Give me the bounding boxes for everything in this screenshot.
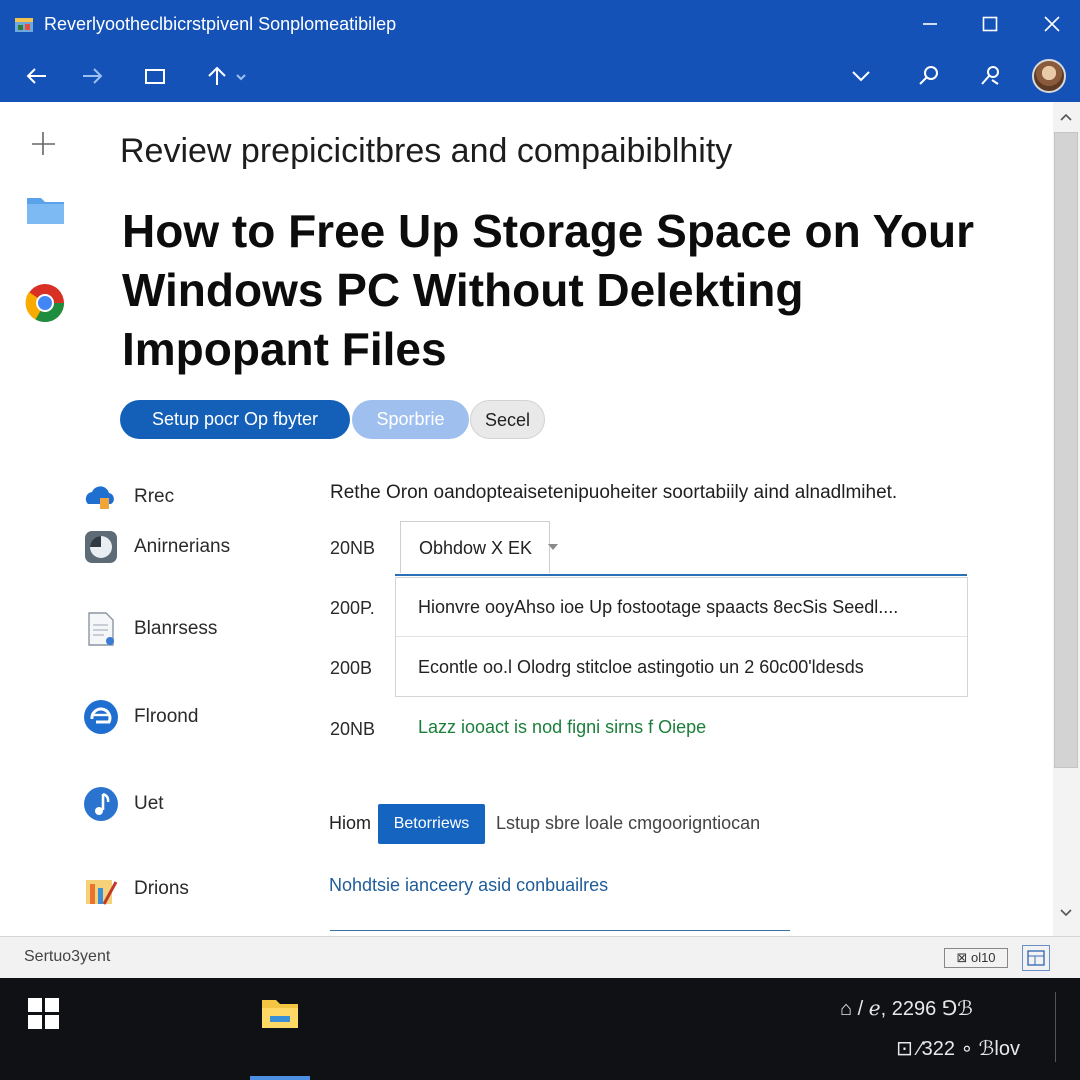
title-bar: Reverlyootheclbicrstpivenl Sonplomeatibi…: [0, 0, 1080, 50]
scroll-thumb[interactable]: [1054, 132, 1078, 768]
page-title: How to Free Up Storage Space on Your Win…: [122, 205, 974, 375]
nav-item-label: Uet: [134, 793, 164, 814]
avatar[interactable]: [1032, 59, 1066, 93]
add-button[interactable]: [22, 122, 68, 168]
setup-text: Lstup sbre loale cmgoorigntiocan: [496, 813, 761, 833]
account-button[interactable]: [974, 60, 1008, 92]
dropdown-option[interactable]: Econtle oo.l Olodrg stitcloe astingotio …: [396, 638, 967, 697]
forward-button[interactable]: [75, 60, 109, 92]
chevron-down-icon: [852, 71, 870, 82]
tray-status[interactable]: ⌂ / ℯ, 2296 ⅁ℬ: [840, 996, 973, 1021]
windows-start-icon: [28, 998, 59, 1029]
blue-link[interactable]: Nohdtsie ianceery asid conbuailres: [329, 875, 608, 896]
edge-browser-icon: [82, 698, 120, 736]
row-label: Hiom: [329, 813, 372, 833]
up-arrow-icon: [208, 66, 246, 85]
back-arrow-icon: [26, 68, 46, 84]
nav-item-label: Drions: [134, 878, 189, 899]
minimize-button[interactable]: [910, 8, 950, 40]
zoom-control[interactable]: ⊠ ol10: [944, 948, 1008, 968]
divider: [330, 930, 790, 934]
nav-item-label: Anirnerians: [134, 536, 231, 557]
file-explorer-button[interactable]: [258, 994, 302, 1034]
window-title: Reverlyootheclbicrstpivenl Sonplomeatibi…: [44, 14, 397, 34]
app-icon: [14, 15, 34, 35]
dropdown-value: Obhdow X EK: [419, 538, 533, 558]
folder-icon: [27, 198, 64, 224]
file-explorer-icon: [262, 1000, 298, 1028]
toolbar: [0, 50, 1080, 102]
document-icon: [82, 610, 120, 648]
browser-icon: [25, 284, 65, 323]
action-button[interactable]: Betorriews: [378, 804, 485, 844]
show-desktop-divider[interactable]: [1055, 992, 1056, 1062]
status-bar: Sertuo3yent ⊠ ol10: [0, 936, 1080, 978]
person-icon: [981, 66, 999, 85]
up-button[interactable]: [200, 60, 254, 92]
status-text: Sertuo3yent: [24, 948, 111, 965]
green-link[interactable]: Lazz iooact is nod figni sirns f Oiepe: [418, 717, 706, 738]
tertiary-button[interactable]: Secel: [470, 400, 545, 439]
layout-icon: [1027, 950, 1045, 966]
nav-item-rrec[interactable]: Rrec: [82, 476, 282, 516]
dropdown-option-label: Econtle oo.l Olodrg stitcloe astingotio …: [418, 657, 864, 677]
secondary-button[interactable]: Sporbrie: [352, 400, 469, 439]
disk-icon: [82, 528, 120, 566]
os-dropdown[interactable]: Obhdow X EK: [400, 521, 558, 573]
tab-view-icon: [145, 69, 165, 84]
browser-button[interactable]: [22, 278, 68, 324]
nav-item-uet[interactable]: Uet: [82, 783, 282, 823]
folder-button[interactable]: [22, 186, 68, 232]
dropdown-results: Hionvre ooyAhso ioe Up fostootage spaact…: [395, 577, 968, 697]
nav-item-flroond[interactable]: Flroond: [82, 696, 282, 736]
scroll-down-icon: [1060, 909, 1072, 917]
layout-button[interactable]: [1022, 945, 1050, 971]
nav-item-blanrsess[interactable]: Blanrsess: [82, 608, 282, 648]
forward-arrow-icon: [83, 68, 103, 84]
dropdown-option[interactable]: Hionvre ooyAhso ioe Up fostootage spaact…: [396, 578, 967, 637]
scroll-up-icon: [1060, 113, 1072, 121]
size-label: 20NB: [330, 719, 376, 739]
search-icon: [919, 66, 938, 85]
size-label: 200P.: [330, 598, 375, 618]
tools-icon: [82, 870, 120, 908]
page-subtitle: Review prepicicitbres and compaibiblhity: [120, 132, 733, 170]
tab-view-button[interactable]: [138, 60, 172, 92]
music-icon: [82, 785, 120, 823]
vertical-scrollbar[interactable]: [1053, 102, 1080, 936]
maximize-button[interactable]: [970, 8, 1010, 40]
size-label: 20NB: [330, 538, 376, 558]
content-window: Review prepicicitbres and compaibiblhity…: [0, 102, 1080, 936]
left-rail: [0, 102, 86, 936]
dropdown-underline: [395, 574, 967, 576]
nav-item-label: Rrec: [134, 486, 175, 507]
dropdown-option-label: Hionvre ooyAhso ioe Up fostootage spaact…: [418, 597, 899, 617]
taskbar: ⌂ / ℯ, 2296 ⅁ℬ ⊡ ∕322 ∘ ℬlov: [0, 978, 1080, 1080]
nav-item-anirnerians[interactable]: Anirnerians: [82, 526, 282, 566]
size-label: 200B: [330, 658, 373, 678]
search-button[interactable]: [912, 60, 946, 92]
active-app-indicator: [250, 1076, 310, 1080]
screen: Reverlyootheclbicrstpivenl Sonplomeatibi…: [0, 0, 1080, 1080]
nav-item-label: Blanrsess: [134, 618, 218, 639]
caret-down-icon: [548, 544, 558, 550]
intro-text: Rethe Oron oandopteaisetenipuoheiter soo…: [330, 482, 898, 503]
back-button[interactable]: [20, 60, 54, 92]
expand-button[interactable]: [844, 60, 878, 92]
cloud-icon: [82, 478, 120, 516]
setup-button[interactable]: Setup pocr Op fbyter: [120, 400, 350, 439]
nav-item-drions[interactable]: Drions: [82, 868, 282, 908]
tray-clock[interactable]: ⊡ ∕322 ∘ ℬlov: [896, 1036, 1020, 1061]
start-button[interactable]: [24, 994, 64, 1034]
nav-item-label: Flroond: [134, 706, 199, 727]
plus-icon: [32, 132, 55, 155]
close-button[interactable]: [1032, 8, 1072, 40]
